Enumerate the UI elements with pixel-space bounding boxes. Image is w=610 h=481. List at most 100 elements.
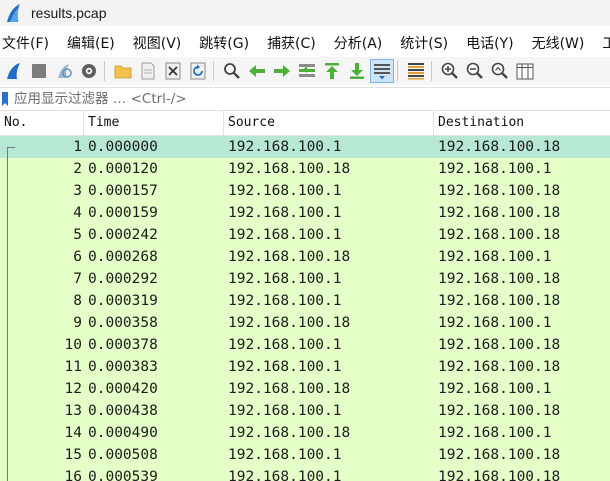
display-filter-input[interactable] — [14, 91, 574, 107]
packet-cell-source: 192.168.100.18 — [228, 315, 351, 331]
column-header-destination[interactable]: Destination — [434, 111, 610, 135]
capture-options-icon — [82, 64, 96, 78]
column-header-no[interactable]: No. — [0, 111, 84, 135]
menu-item-3[interactable]: 跳转(G) — [197, 33, 257, 53]
packet-cell-no: 12 — [64, 381, 82, 397]
packet-cell-source: 192.168.100.18 — [228, 381, 351, 397]
zoom-in-icon — [441, 62, 458, 79]
packet-cell-source: 192.168.100.1 — [228, 183, 342, 199]
save-file-button[interactable] — [137, 60, 159, 82]
close-file-button[interactable] — [162, 60, 184, 82]
packet-cell-time: 0.000157 — [88, 183, 158, 199]
packet-cell-time: 0.000383 — [88, 359, 158, 375]
resize-columns-icon — [516, 63, 534, 80]
capture-options-button[interactable] — [78, 60, 100, 82]
start-capture-button[interactable] — [3, 60, 25, 82]
packet-row[interactable]: 14 0.000490 192.168.100.18 192.168.100.1 — [0, 422, 610, 444]
title-bar: results.pcap — [0, 0, 610, 26]
column-header-source[interactable]: Source — [224, 111, 434, 135]
packet-row[interactable]: 6 0.000268 192.168.100.18 192.168.100.1 — [0, 246, 610, 268]
packet-cell-source: 192.168.100.1 — [228, 227, 342, 243]
reload-file-icon — [190, 62, 206, 80]
packet-cell-destination: 192.168.100.18 — [438, 447, 561, 463]
packet-cell-time: 0.000120 — [88, 161, 158, 177]
go-to-packet-icon — [299, 64, 315, 77]
packet-cell-destination: 192.168.100.18 — [438, 139, 561, 155]
packet-cell-time: 0.000490 — [88, 425, 158, 441]
resize-columns-button[interactable] — [514, 60, 536, 82]
save-file-icon — [141, 62, 155, 80]
packet-cell-time: 0.000420 — [88, 381, 158, 397]
packet-row[interactable]: 4 0.000159 192.168.100.1 192.168.100.18 — [0, 202, 610, 224]
menu-bar: 文件(F) 编辑(E) 视图(V) 跳转(G) 捕获(C) 分析(A) 统计(S) 电话(Y)… — [0, 30, 610, 56]
packet-cell-no: 6 — [73, 249, 82, 265]
go-first-packet-button[interactable] — [321, 60, 343, 82]
packet-cell-time: 0.000539 — [88, 469, 158, 481]
go-back-button[interactable] — [246, 60, 268, 82]
packet-list-header: No. Time Source Destination — [0, 111, 610, 136]
packet-row[interactable]: 12 0.000420 192.168.100.18 192.168.100.1 — [0, 378, 610, 400]
packet-cell-source: 192.168.100.1 — [228, 403, 342, 419]
go-last-packet-button[interactable] — [346, 60, 368, 82]
menu-item-1[interactable]: 编辑(E) — [65, 33, 123, 53]
packet-cell-destination: 192.168.100.1 — [438, 315, 552, 331]
restart-capture-button[interactable] — [53, 60, 75, 82]
packet-row[interactable]: 3 0.000157 192.168.100.1 192.168.100.18 — [0, 180, 610, 202]
filter-bookmark-icon[interactable] — [2, 92, 8, 106]
packet-cell-source: 192.168.100.18 — [228, 161, 351, 177]
menu-item-2[interactable]: 视图(V) — [131, 33, 190, 53]
menu-item-5[interactable]: 分析(A) — [332, 33, 391, 53]
reload-file-button[interactable] — [187, 60, 209, 82]
packet-cell-no: 2 — [73, 161, 82, 177]
packet-cell-no: 14 — [64, 425, 82, 441]
open-file-button[interactable] — [112, 60, 134, 82]
packet-cell-destination: 192.168.100.18 — [438, 359, 561, 375]
packet-row[interactable]: 1 0.000000 192.168.100.1 192.168.100.18 — [0, 136, 610, 158]
menu-item-6[interactable]: 统计(S) — [398, 33, 456, 53]
packet-row[interactable]: 2 0.000120 192.168.100.18 192.168.100.1 — [0, 158, 610, 180]
zoom-normal-button[interactable] — [489, 60, 511, 82]
packet-row[interactable]: 13 0.000438 192.168.100.1 192.168.100.18 — [0, 400, 610, 422]
packet-row[interactable]: 9 0.000358 192.168.100.18 192.168.100.1 — [0, 312, 610, 334]
menu-item-4[interactable]: 捕获(C) — [265, 33, 324, 53]
go-back-icon — [249, 65, 265, 77]
menu-item-0[interactable]: 文件(F) — [0, 33, 57, 53]
zoom-out-button[interactable] — [464, 60, 486, 82]
packet-row[interactable]: 5 0.000242 192.168.100.1 192.168.100.18 — [0, 224, 610, 246]
packet-row[interactable]: 8 0.000319 192.168.100.1 192.168.100.18 — [0, 290, 610, 312]
zoom-in-button[interactable] — [439, 60, 461, 82]
packet-cell-destination: 192.168.100.18 — [438, 227, 561, 243]
packet-cell-destination: 192.168.100.18 — [438, 469, 561, 481]
column-header-time[interactable]: Time — [84, 111, 224, 135]
display-filter-bar — [0, 87, 610, 111]
start-capture-icon — [7, 63, 20, 79]
go-to-packet-button[interactable] — [296, 60, 318, 82]
find-packet-button[interactable] — [221, 60, 243, 82]
auto-scroll-button[interactable] — [370, 59, 394, 83]
packet-cell-destination: 192.168.100.1 — [438, 161, 552, 177]
packet-cell-destination: 192.168.100.1 — [438, 425, 552, 441]
packet-cell-time: 0.000378 — [88, 337, 158, 353]
packet-row[interactable]: 10 0.000378 192.168.100.1 192.168.100.18 — [0, 334, 610, 356]
menu-item-9[interactable]: 工 — [600, 33, 610, 53]
zoom-normal-icon — [491, 62, 508, 79]
packet-cell-no: 9 — [73, 315, 82, 331]
packet-row[interactable]: 15 0.000508 192.168.100.1 192.168.100.18 — [0, 444, 610, 466]
packet-cell-source: 192.168.100.18 — [228, 425, 351, 441]
stop-capture-icon — [32, 64, 46, 78]
menu-item-8[interactable]: 无线(W) — [530, 33, 593, 53]
packet-cell-source: 192.168.100.1 — [228, 271, 342, 287]
go-forward-button[interactable] — [271, 60, 293, 82]
menu-item-7[interactable]: 电话(Y) — [464, 33, 521, 53]
find-packet-icon — [224, 63, 240, 79]
packet-cell-no: 3 — [73, 183, 82, 199]
packet-cell-time: 0.000508 — [88, 447, 158, 463]
wireshark-fin-icon — [7, 4, 20, 22]
stop-capture-button[interactable] — [28, 60, 50, 82]
packet-row[interactable]: 11 0.000383 192.168.100.1 192.168.100.18 — [0, 356, 610, 378]
colorize-button[interactable] — [405, 60, 427, 82]
packet-cell-source: 192.168.100.1 — [228, 337, 342, 353]
packet-cell-destination: 192.168.100.18 — [438, 403, 561, 419]
packet-row[interactable]: 16 0.000539 192.168.100.1 192.168.100.18 — [0, 466, 610, 481]
packet-row[interactable]: 7 0.000292 192.168.100.1 192.168.100.18 — [0, 268, 610, 290]
